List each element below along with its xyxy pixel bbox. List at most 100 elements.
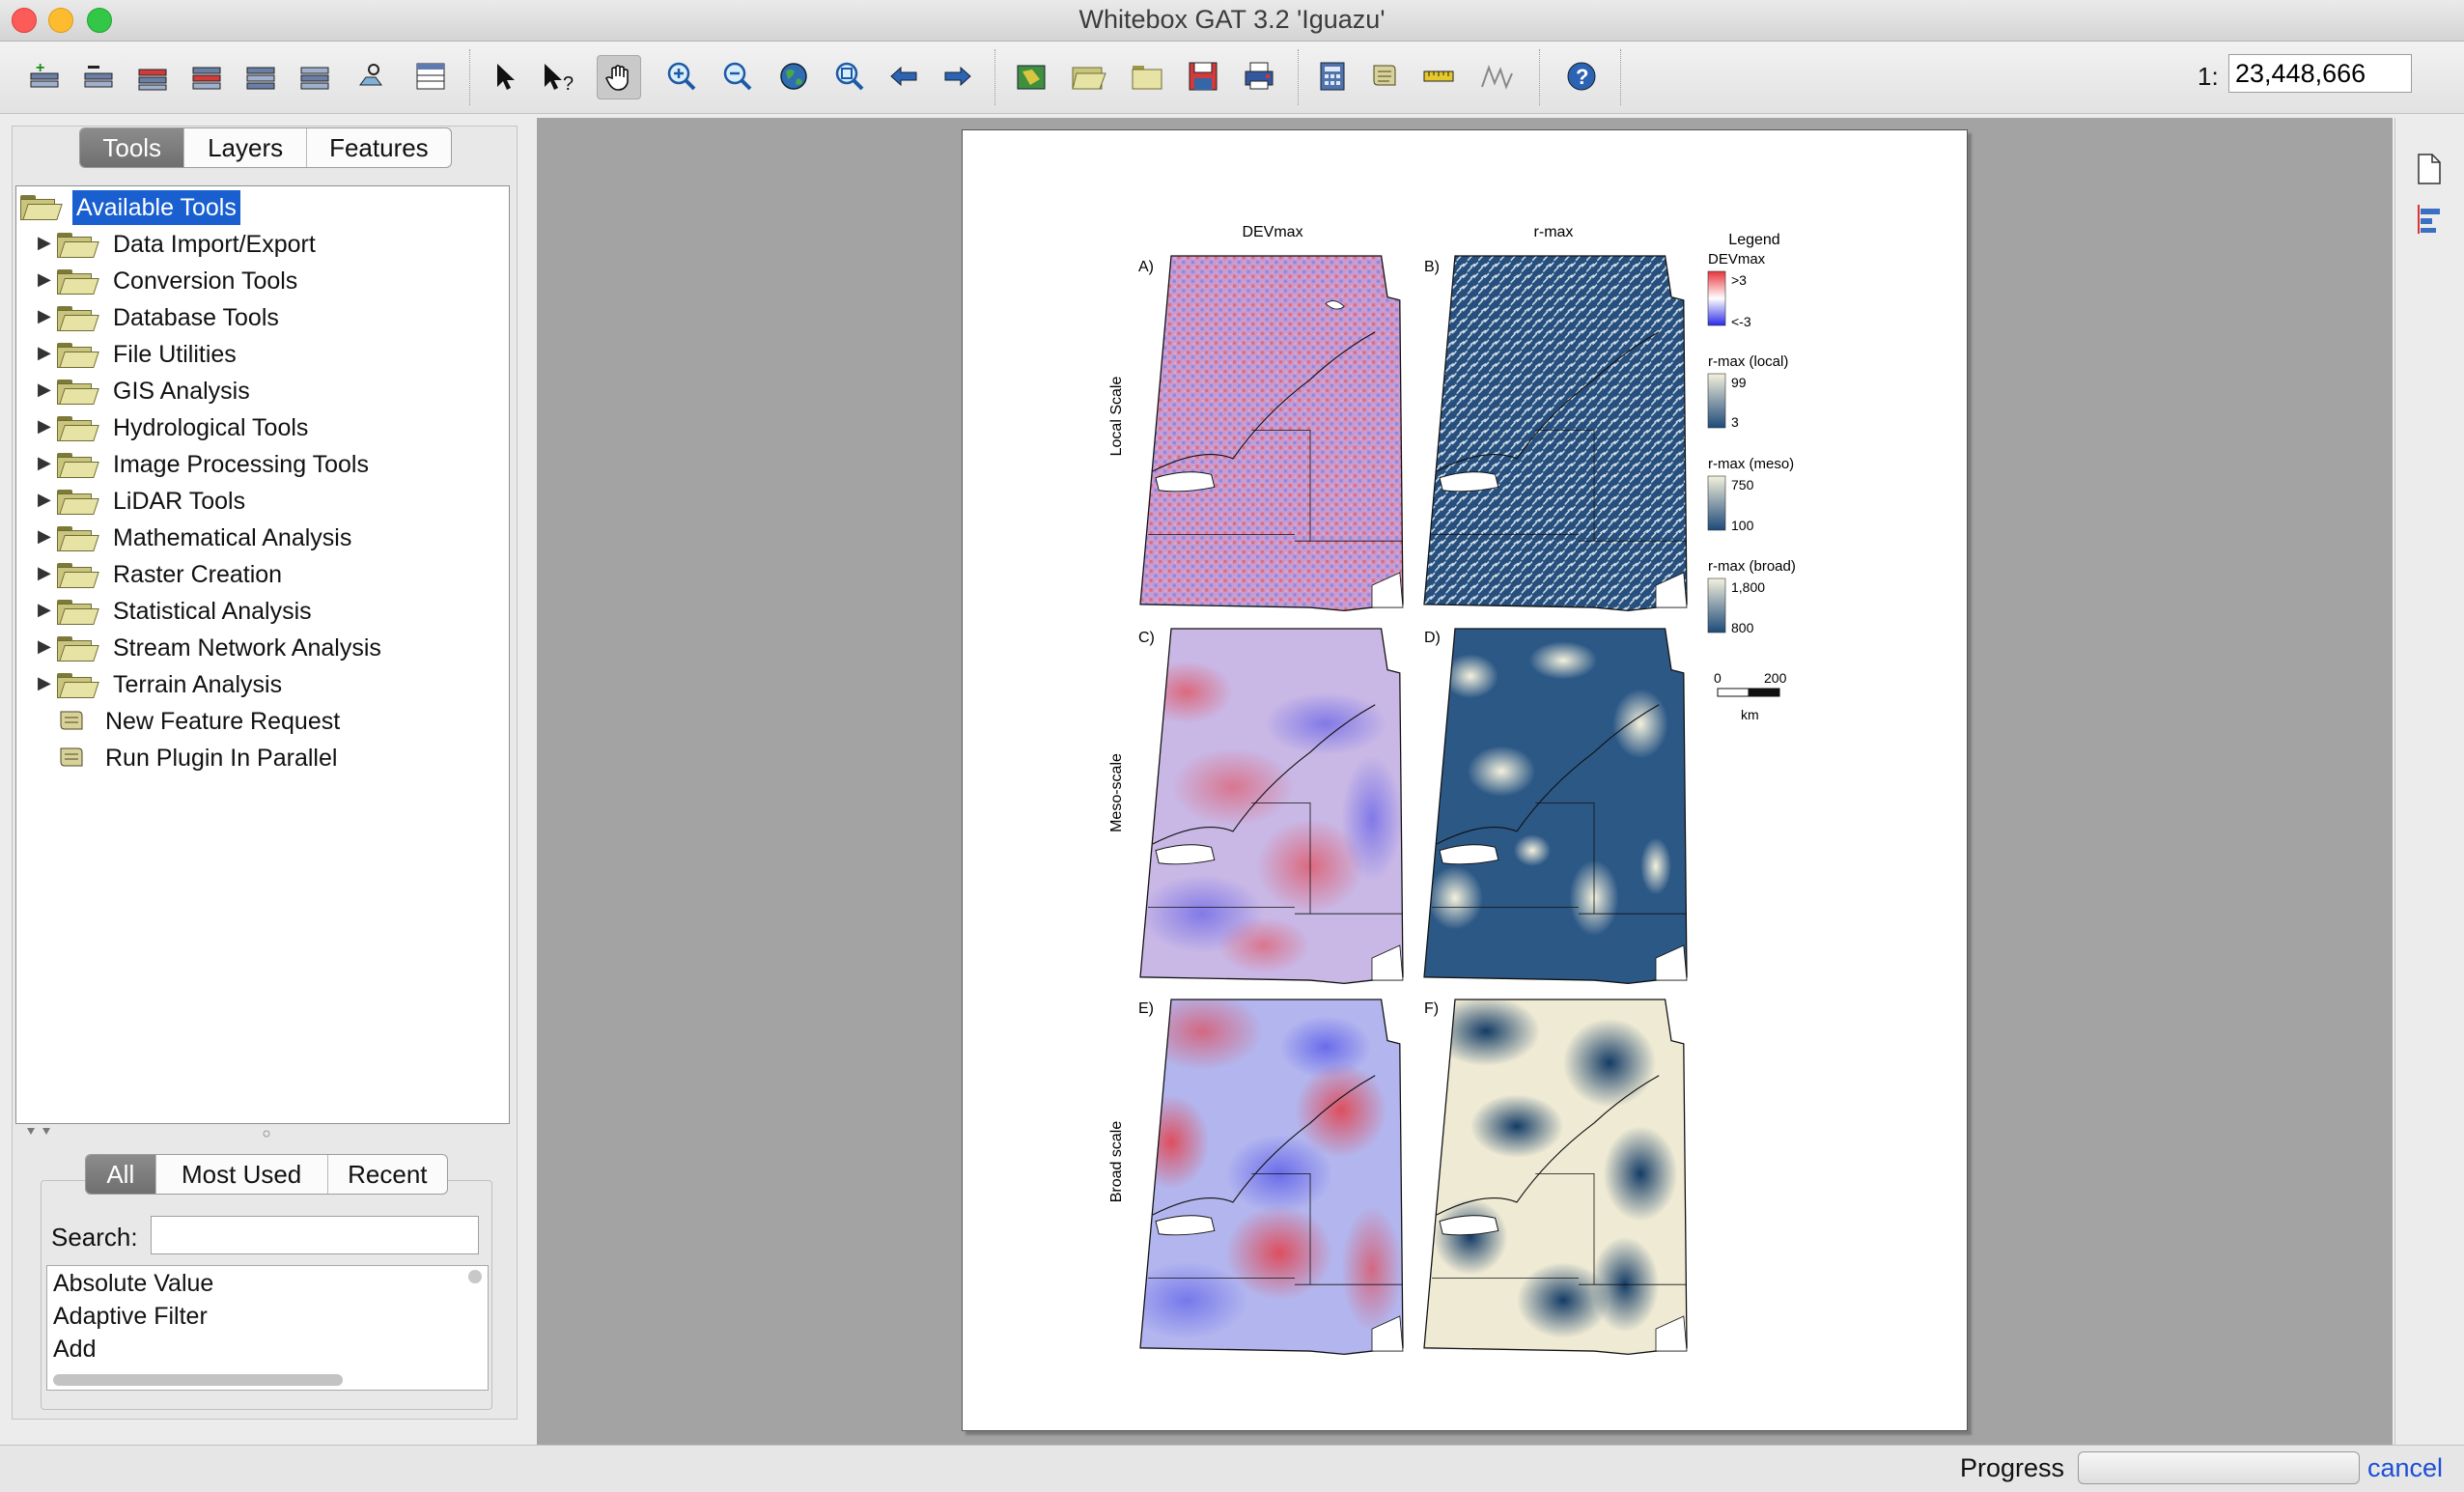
tree-item-mathematical-analysis[interactable]: Mathematical Analysis: [113, 521, 351, 555]
panel-letter-b: B): [1424, 259, 1440, 275]
zoom-in-icon[interactable]: [660, 55, 703, 98]
expand-triangle-icon[interactable]: ▶: [38, 490, 51, 510]
tree-item-run-plugin-in-parallel[interactable]: Run Plugin In Parallel: [105, 741, 337, 775]
scalebar-segment-black: [1748, 688, 1780, 697]
tree-item-image-processing-tools[interactable]: Image Processing Tools: [113, 447, 369, 482]
tree-item-new-feature-request[interactable]: New Feature Request: [105, 704, 340, 739]
panel-splitter[interactable]: [15, 1124, 508, 1143]
measure-distance-icon[interactable]: [1417, 55, 1460, 98]
zoom-out-icon[interactable]: [716, 55, 759, 98]
lower-layer-icon[interactable]: [185, 55, 228, 98]
column-title-rmax: r-max: [1534, 224, 1574, 240]
remove-layer-icon[interactable]: [77, 55, 120, 98]
calculator-icon[interactable]: [1311, 55, 1354, 98]
list-item[interactable]: Adaptive Filter: [53, 1303, 208, 1331]
tree-item-lidar-tools[interactable]: LiDAR Tools: [113, 484, 245, 519]
add-layer-icon[interactable]: +: [23, 55, 66, 98]
list-item[interactable]: Add: [53, 1336, 96, 1364]
list-item[interactable]: Absolute Value: [53, 1270, 213, 1298]
map-page[interactable]: DEVmax r-max Local Scale Meso-scale Broa…: [962, 129, 1968, 1431]
legend-rmax-meso-name: r-max (meso): [1708, 456, 1794, 472]
tool-list[interactable]: Absolute Value Adaptive Filter Add: [46, 1265, 489, 1391]
expand-triangle-icon[interactable]: ▶: [38, 233, 51, 253]
legend-rmax-meso-low: 100: [1731, 518, 1754, 533]
open-map-icon[interactable]: [1068, 55, 1110, 98]
column-title-devmax: DEVmax: [1242, 224, 1302, 240]
cancel-link[interactable]: cancel: [2367, 1453, 2443, 1483]
save-map-icon[interactable]: [1182, 55, 1224, 98]
legend-rmax-broad-name: r-max (broad): [1708, 558, 1796, 575]
legend-rmax-broad-ramp: [1707, 577, 1726, 633]
tree-item-hydrological-tools[interactable]: Hydrological Tools: [113, 410, 308, 445]
expand-triangle-icon[interactable]: ▶: [38, 636, 51, 657]
page-properties-icon[interactable]: [2415, 153, 2444, 190]
profile-icon[interactable]: [1477, 55, 1520, 98]
expand-triangle-icon[interactable]: ▶: [38, 343, 51, 363]
identify-icon[interactable]: ?: [537, 55, 579, 98]
tree-item-terrain-analysis[interactable]: Terrain Analysis: [113, 667, 282, 702]
next-extent-icon[interactable]: [937, 55, 979, 98]
attribute-table-icon[interactable]: [409, 55, 452, 98]
align-elements-icon[interactable]: [2415, 203, 2444, 240]
map-legend: Legend DEVmax >3 <-3 r-max (local) 99 3 …: [1707, 232, 1796, 722]
layer-to-top-icon[interactable]: [239, 55, 282, 98]
figure-layout: DEVmax r-max Local Scale Meso-scale Broa…: [1108, 224, 1796, 1356]
tree-item-file-utilities[interactable]: File Utilities: [113, 337, 237, 372]
row-label-meso-scale: Meso-scale: [1108, 753, 1125, 832]
horizontal-scrollbar[interactable]: [53, 1374, 343, 1386]
svg-text:+: +: [36, 60, 44, 76]
legend-rmax-local-low: 3: [1731, 414, 1739, 430]
tab-features[interactable]: Features: [307, 128, 451, 167]
expand-triangle-icon[interactable]: ▶: [38, 673, 51, 693]
tree-item-stream-network-analysis[interactable]: Stream Network Analysis: [113, 631, 381, 665]
expand-triangle-icon[interactable]: ▶: [38, 416, 51, 436]
expand-triangle-icon[interactable]: ▶: [38, 269, 51, 290]
legend-title: Legend: [1728, 232, 1779, 248]
expand-triangle-icon[interactable]: ▶: [38, 600, 51, 620]
panel-letter-f: F): [1424, 1000, 1439, 1017]
search-input[interactable]: [151, 1216, 479, 1254]
tree-item-statistical-analysis[interactable]: Statistical Analysis: [113, 594, 312, 629]
tree-item-database-tools[interactable]: Database Tools: [113, 300, 279, 335]
tab-layers[interactable]: Layers: [184, 128, 307, 167]
tab-tools[interactable]: Tools: [80, 128, 185, 167]
expand-triangle-icon[interactable]: ▶: [38, 380, 51, 400]
tab-most-used[interactable]: Most Used: [156, 1155, 328, 1194]
new-map-icon[interactable]: [1010, 55, 1052, 98]
raise-layer-icon[interactable]: [131, 55, 174, 98]
open-folder-icon[interactable]: [1126, 55, 1168, 98]
folder-icon: [57, 526, 99, 551]
expand-triangle-icon[interactable]: ▶: [38, 526, 51, 547]
legend-rmax-broad-low: 800: [1731, 620, 1754, 635]
scripting-icon[interactable]: [1363, 55, 1406, 98]
tree-item-data-import-export[interactable]: Data Import/Export: [113, 227, 316, 262]
map-panel-a: [1139, 255, 1404, 612]
tree-root-available-tools[interactable]: Available Tools: [72, 190, 240, 225]
script-icon: [57, 745, 86, 770]
zoom-to-full-extent-icon[interactable]: [772, 55, 815, 98]
expand-triangle-icon[interactable]: ▶: [38, 563, 51, 583]
title-bar: Whitebox GAT 3.2 'Iguazu': [0, 0, 2464, 42]
help-icon[interactable]: ?: [1560, 55, 1603, 98]
select-pointer-icon[interactable]: [483, 55, 525, 98]
zoom-to-page-icon[interactable]: [828, 55, 871, 98]
pan-hand-icon[interactable]: [597, 55, 641, 99]
tree-item-gis-analysis[interactable]: GIS Analysis: [113, 374, 250, 408]
layer-to-bottom-icon[interactable]: [294, 55, 336, 98]
previous-extent-icon[interactable]: [882, 55, 925, 98]
folder-icon: [57, 453, 99, 478]
toolbar-separator: [469, 49, 470, 105]
tab-all[interactable]: All: [86, 1155, 156, 1194]
panel-letter-a: A): [1138, 259, 1154, 275]
tab-recent[interactable]: Recent: [328, 1155, 447, 1194]
tree-item-conversion-tools[interactable]: Conversion Tools: [113, 264, 297, 298]
expand-triangle-icon[interactable]: ▶: [38, 306, 51, 326]
map-scale-input[interactable]: 23,448,666: [2228, 54, 2412, 93]
layer-properties-icon[interactable]: [350, 55, 392, 98]
tool-tree[interactable]: Available Tools ▶ Data Import/Export ▶ C…: [15, 185, 510, 1124]
map-panel-d: [1423, 628, 1688, 985]
expand-triangle-icon[interactable]: ▶: [38, 453, 51, 473]
vertical-scrollbar[interactable]: [468, 1270, 482, 1283]
print-map-icon[interactable]: [1238, 55, 1280, 98]
tree-item-raster-creation[interactable]: Raster Creation: [113, 557, 282, 592]
